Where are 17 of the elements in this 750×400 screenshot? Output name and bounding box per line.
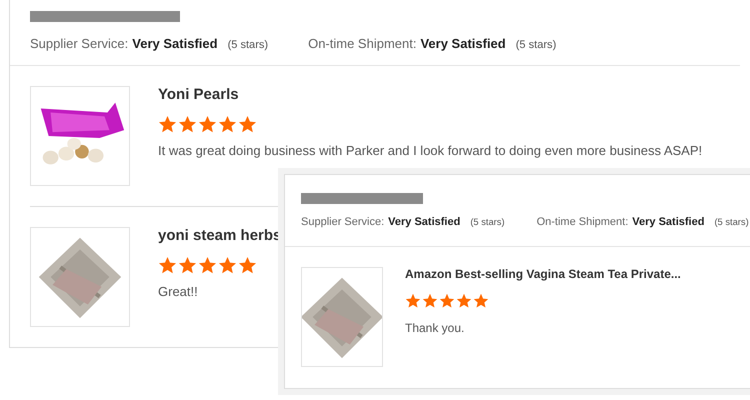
rating-value: Very Satisfied (388, 216, 460, 228)
rating-count: (5 stars) (228, 39, 268, 51)
rating-value: Very Satisfied (420, 36, 506, 51)
rating-label: Supplier Service: (30, 36, 128, 51)
product-name[interactable]: Yoni Pearls (158, 86, 702, 103)
rating-value: Very Satisfied (132, 36, 218, 51)
rating-count: (5 stars) (516, 39, 556, 51)
rating-label: On-time Shipment: (308, 36, 416, 51)
rating-count: (5 stars) (714, 217, 749, 227)
product-name[interactable]: Amazon Best-selling Vagina Steam Tea Private... (405, 267, 681, 281)
rating-label: Supplier Service: (301, 216, 384, 228)
rating-count: (5 stars) (470, 217, 505, 227)
review-comment: Thank you. (405, 321, 466, 335)
review-comment: Great!! (158, 284, 199, 299)
rating-value: Very Satisfied (632, 216, 704, 228)
rating-label: On-time Shipment: (536, 216, 628, 228)
review-comment: It was great doing business with Parker and I look forward to doing even more business ASAP! (158, 143, 702, 158)
